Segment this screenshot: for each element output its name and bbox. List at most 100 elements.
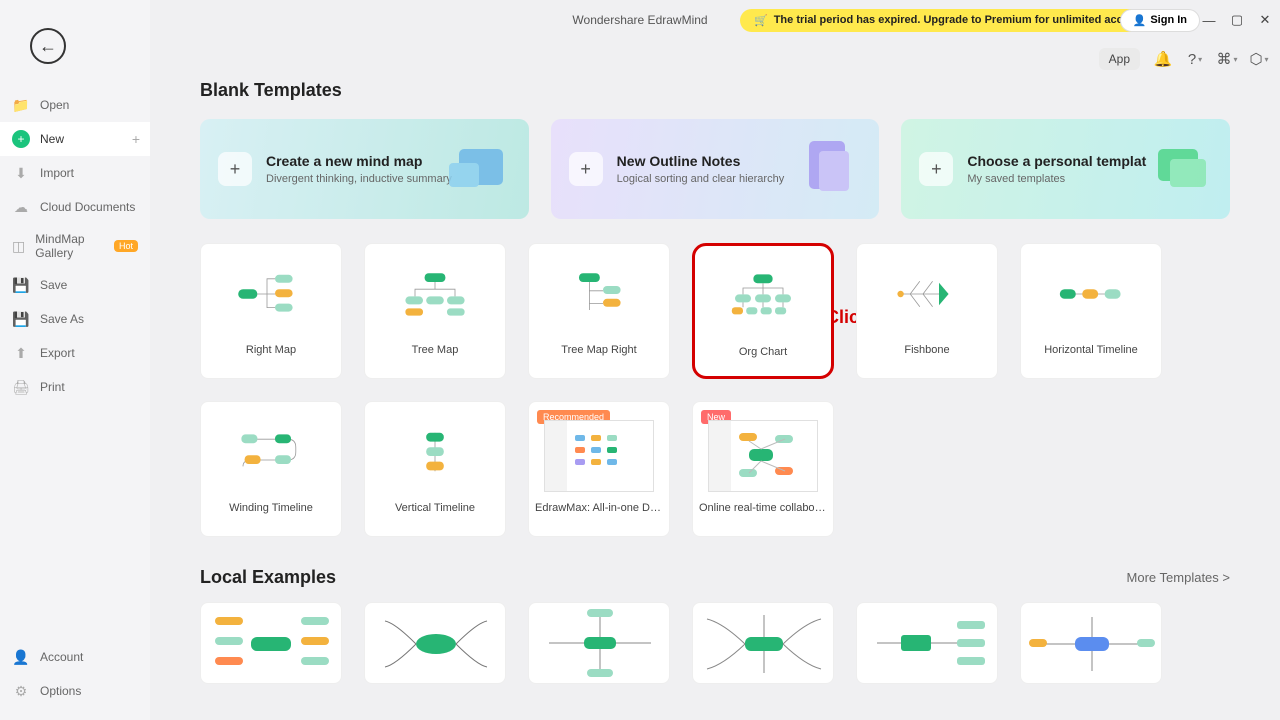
sidebar-item-import[interactable]: ⬇ Import <box>0 156 150 190</box>
template-label: Horizontal Timeline <box>1021 344 1161 356</box>
sidebar-item-cloud[interactable]: ☁ Cloud Documents <box>0 190 150 224</box>
template-preview <box>695 246 831 346</box>
plus-icon: + <box>569 152 603 186</box>
section-title-local: Local Examples <box>200 567 336 588</box>
template-label: Vertical Timeline <box>365 502 505 514</box>
sidebar-label: Save As <box>40 312 84 326</box>
template-label: Tree Map <box>365 344 505 356</box>
template-tree-map-right[interactable]: Tree Map Right <box>528 243 670 379</box>
sidebar-label: Import <box>40 166 74 180</box>
window-controls: — ▢ ✕ <box>1202 13 1272 27</box>
template-label: Tree Map Right <box>529 344 669 356</box>
sidebar-label: Print <box>40 380 65 394</box>
signin-label: Sign In <box>1150 14 1187 26</box>
maximize-button[interactable]: ▢ <box>1230 13 1244 27</box>
sidebar-item-new[interactable]: + New + <box>0 122 150 156</box>
template-label: Fishbone <box>857 344 997 356</box>
mindmap-deco-icon <box>439 129 519 209</box>
more-templates-link[interactable]: More Templates > <box>1127 570 1230 585</box>
template-preview <box>693 402 833 502</box>
template-preview <box>857 244 997 344</box>
template-horizontal-timeline[interactable]: Horizontal Timeline <box>1020 243 1162 379</box>
sidebar-item-save[interactable]: 💾 Save <box>0 268 150 302</box>
plus-circle-icon: + <box>12 130 30 148</box>
print-icon: 🖨 <box>12 378 30 396</box>
example-card[interactable] <box>1020 602 1162 684</box>
template-fishbone[interactable]: Fishbone <box>856 243 998 379</box>
template-label: Org Chart <box>695 346 831 358</box>
example-card[interactable] <box>200 602 342 684</box>
example-card[interactable] <box>364 602 506 684</box>
template-grid: Right Map Tree Map Tree Map Right Org Ch… <box>200 243 1230 537</box>
sidebar: ← 📁 Open + New + ⬇ Import ☁ Cloud Docume… <box>0 0 150 720</box>
plus-icon[interactable]: + <box>132 131 140 147</box>
help-icon[interactable]: ?▾ <box>1186 50 1204 68</box>
sidebar-label: Account <box>40 650 83 664</box>
cart-icon: 🛒 <box>754 14 768 27</box>
cloud-icon: ☁ <box>12 198 30 216</box>
user-icon: 👤 <box>1133 14 1147 27</box>
hero-sub: Divergent thinking, inductive summary <box>266 173 452 185</box>
sidebar-item-options[interactable]: ⚙ Options <box>0 674 150 708</box>
app-pill[interactable]: App <box>1099 48 1140 70</box>
template-label: Winding Timeline <box>201 502 341 514</box>
sidebar-item-print[interactable]: 🖨 Print <box>0 370 150 404</box>
template-winding-timeline[interactable]: Winding Timeline <box>200 401 342 537</box>
hero-personal-templates[interactable]: + Choose a personal templat My saved tem… <box>901 119 1230 219</box>
hot-badge: Hot <box>114 240 138 252</box>
local-examples-row <box>200 602 1230 684</box>
template-label: EdrawMax: All-in-one Dia... <box>529 502 669 514</box>
account-icon: 👤 <box>12 648 30 666</box>
top-toolbar: App 🔔 ?▾ ⌘▾ ⬡▾ <box>1099 48 1268 70</box>
plus-icon: + <box>919 152 953 186</box>
template-tree-map[interactable]: Tree Map <box>364 243 506 379</box>
bell-icon[interactable]: 🔔 <box>1154 50 1172 68</box>
template-right-map[interactable]: Right Map <box>200 243 342 379</box>
signin-button[interactable]: 👤 Sign In <box>1120 9 1200 32</box>
template-label: Right Map <box>201 344 341 356</box>
grid-icon[interactable]: ⌘▾ <box>1218 50 1236 68</box>
hero-sub: My saved templates <box>967 173 1146 185</box>
template-vertical-timeline[interactable]: Vertical Timeline <box>364 401 506 537</box>
back-button[interactable]: ← <box>30 28 66 64</box>
template-online-collab[interactable]: New Online real-time collabora... <box>692 401 834 537</box>
trial-banner[interactable]: 🛒 The trial period has expired. Upgrade … <box>740 9 1158 32</box>
sidebar-label: Export <box>40 346 75 360</box>
sidebar-item-saveas[interactable]: 💾 Save As <box>0 302 150 336</box>
template-preview <box>529 402 669 502</box>
template-preview <box>1021 244 1161 344</box>
example-card[interactable] <box>856 602 998 684</box>
template-edrawmax[interactable]: Recommended EdrawMax: All-in-one Dia... <box>528 401 670 537</box>
gallery-icon: ◫ <box>12 237 25 255</box>
gear-icon: ⚙ <box>12 682 30 700</box>
sidebar-item-open[interactable]: 📁 Open <box>0 88 150 122</box>
sidebar-item-export[interactable]: ⬆ Export <box>0 336 150 370</box>
sidebar-label: Options <box>40 684 81 698</box>
example-card[interactable] <box>692 602 834 684</box>
sidebar-bottom: 👤 Account ⚙ Options <box>0 640 150 708</box>
sidebar-label: Open <box>40 98 69 112</box>
import-icon: ⬇ <box>12 164 30 182</box>
minimize-button[interactable]: — <box>1202 13 1216 27</box>
sidebar-item-account[interactable]: 👤 Account <box>0 640 150 674</box>
sidebar-label: Cloud Documents <box>40 200 135 214</box>
plus-icon: + <box>218 152 252 186</box>
hero-new-mindmap[interactable]: + Create a new mind map Divergent thinki… <box>200 119 529 219</box>
sidebar-label: New <box>40 132 64 146</box>
folder-icon: 📁 <box>12 96 30 114</box>
tag-icon[interactable]: ⬡▾ <box>1250 50 1268 68</box>
sidebar-list: 📁 Open + New + ⬇ Import ☁ Cloud Document… <box>0 88 150 404</box>
save-icon: 💾 <box>12 276 30 294</box>
hero-sub: Logical sorting and clear hierarchy <box>617 173 785 185</box>
hero-title: Create a new mind map <box>266 153 452 169</box>
sidebar-item-gallery[interactable]: ◫ MindMap Gallery Hot <box>0 224 150 268</box>
close-button[interactable]: ✕ <box>1258 13 1272 27</box>
titlebar: Wondershare EdrawMind 🛒 The trial period… <box>0 0 1280 40</box>
app-title: Wondershare EdrawMind <box>572 13 707 27</box>
example-card[interactable] <box>528 602 670 684</box>
trial-banner-text: The trial period has expired. Upgrade to… <box>774 14 1144 26</box>
hero-outline-notes[interactable]: + New Outline Notes Logical sorting and … <box>551 119 880 219</box>
template-deco-icon <box>1140 129 1220 209</box>
template-preview <box>365 402 505 502</box>
template-org-chart[interactable]: Org Chart <box>692 243 834 379</box>
